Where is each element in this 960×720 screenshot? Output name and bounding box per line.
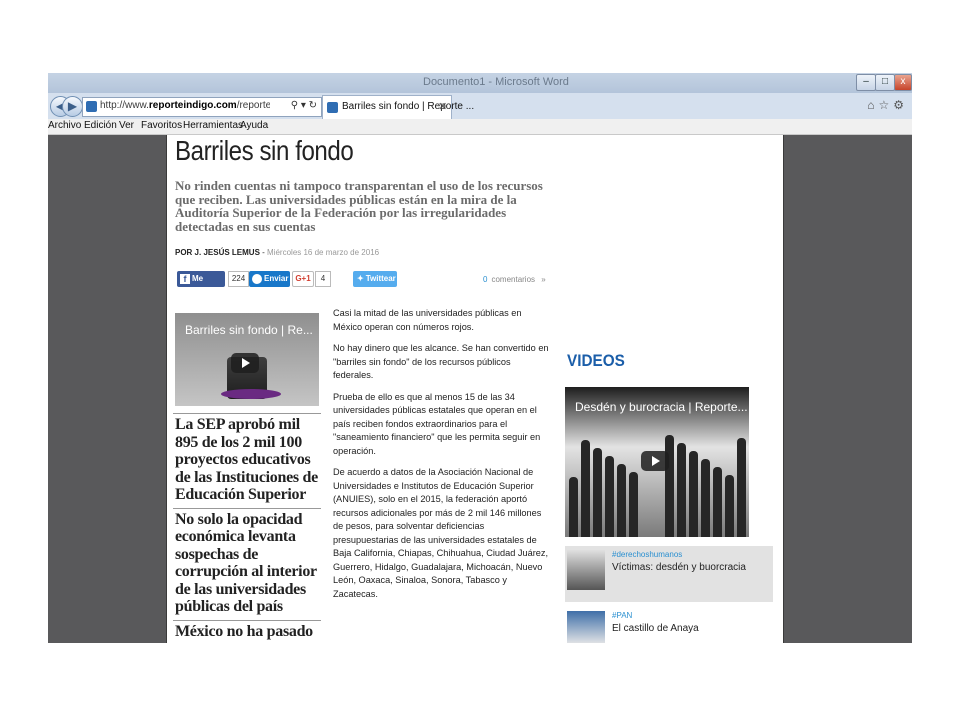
video-item-title[interactable]: Víctimas: desdén y buorcracia <box>612 562 746 573</box>
video-thumbnail <box>567 550 605 590</box>
video-list-item[interactable]: #derechoshumanos Víctimas: desdén y buor… <box>565 546 773 602</box>
article-video-player[interactable]: Barriles sin fondo | Re... <box>175 313 319 406</box>
video-item-title[interactable]: El castillo de Anaya <box>612 623 699 634</box>
crowd-figure <box>665 435 674 537</box>
comments-link[interactable]: 0 comentarios » <box>483 275 546 284</box>
featured-video-player[interactable]: Desdén y burocracia | Reporte... <box>565 387 749 537</box>
video-title: Desdén y burocracia | Reporte... <box>575 400 748 414</box>
twitter-bird-icon: ✦ <box>357 274 364 283</box>
menu-favoritos[interactable]: Favoritos <box>141 120 182 131</box>
browser-window: Documento1 - Microsoft Word – □ x ◀ ▶ ht… <box>48 73 912 643</box>
home-favorites-settings-icon[interactable]: ⌂☆⚙ <box>867 98 908 112</box>
facebook-like-button[interactable]: f Me gusta <box>177 271 225 299</box>
minimize-button[interactable]: – <box>856 74 876 91</box>
byline-author: POR J. JESÚS LEMUS <box>175 248 260 257</box>
google-plus-count: 4 <box>315 271 331 287</box>
tab-close-icon[interactable]: ✕ <box>438 100 447 113</box>
menu-edicion[interactable]: Edición <box>84 120 117 131</box>
google-plus-button[interactable]: G+1 <box>292 271 314 287</box>
related-article-link[interactable]: México no ha pasado <box>173 619 321 644</box>
article-paragraph: Prueba de ello es que al menos 15 de las… <box>333 391 541 456</box>
crowd-figure <box>593 448 602 537</box>
crowd-figure <box>677 443 686 537</box>
twitter-tweet-button[interactable]: ✦ Twittear <box>353 271 397 287</box>
maximize-button[interactable]: □ <box>875 74 895 91</box>
title-bar: Documento1 - Microsoft Word – □ x <box>48 73 912 93</box>
related-article-link[interactable]: La SEP aprobó mil 895 de los 2 mil 100 p… <box>173 413 321 508</box>
url-text[interactable]: http://www.reporteindigo.com/reporte/mex… <box>100 100 270 111</box>
menu-archivo[interactable]: Archivo <box>48 120 81 131</box>
web-page: Barriles sin fondo No rinden cuentas ni … <box>166 135 784 643</box>
article-summary: No rinden cuentas ni tampoco transparent… <box>175 178 543 234</box>
menu-herramientas[interactable]: Herramientas <box>183 120 243 131</box>
expand-comments-icon: » <box>541 275 546 284</box>
video-thumbnail <box>567 611 605 643</box>
article-byline: POR J. JESÚS LEMUS - Miércoles 16 de mar… <box>175 248 380 257</box>
related-articles: La SEP aprobó mil 895 de los 2 mil 100 p… <box>173 413 321 643</box>
crowd-figure <box>689 451 698 537</box>
article-body: Casi la mitad de las universidades públi… <box>333 307 551 609</box>
tab-label: Barriles sin fondo | Reporte ... <box>342 101 475 112</box>
messenger-send-button[interactable]: Enviar <box>249 271 290 287</box>
window-title: Documento1 - Microsoft Word <box>423 76 569 88</box>
play-icon[interactable] <box>231 353 259 373</box>
byline-date: Miércoles 16 de marzo de 2016 <box>267 248 380 257</box>
crowd-figure <box>569 477 578 537</box>
crowd-figure <box>617 464 626 537</box>
crowd-figure <box>725 475 734 537</box>
article-headline: Barriles sin fondo <box>175 135 354 166</box>
article-paragraph: Casi la mitad de las universidades públi… <box>333 308 522 332</box>
facebook-like-count: 224 <box>228 271 249 287</box>
video-list-item[interactable]: #PAN El castillo de Anaya <box>565 607 773 643</box>
crowd-figure <box>605 456 614 537</box>
crowd-figure <box>629 472 638 537</box>
video-title: Barriles sin fondo | Re... <box>185 323 313 337</box>
search-refresh-icon[interactable]: ⚲ ▾ ↻ <box>291 100 317 111</box>
tab-favicon-icon <box>327 102 338 113</box>
menu-ayuda[interactable]: Ayuda <box>240 120 268 131</box>
address-bar[interactable]: http://www.reporteindigo.com/reporte/mex… <box>82 97 322 117</box>
related-article-link[interactable]: No solo la opacidad económica levanta so… <box>173 507 321 620</box>
crowd-figure <box>581 440 590 537</box>
play-icon[interactable] <box>641 451 669 471</box>
video-tag[interactable]: #derechoshumanos <box>612 550 682 559</box>
video-tag[interactable]: #PAN <box>612 611 632 620</box>
site-favicon-icon <box>86 101 97 112</box>
crowd-figure <box>701 459 710 537</box>
facebook-icon: f <box>180 274 190 284</box>
tab-barriles-sin-fondo[interactable]: Barriles sin fondo | Reporte ... ✕ <box>322 95 474 119</box>
article-paragraph: No hay dinero que les alcance. Se han co… <box>333 343 549 380</box>
article-paragraph: De acuerdo a datos de la Asociación Naci… <box>333 467 549 599</box>
forward-button[interactable]: ▶ <box>62 96 83 117</box>
videos-section-title: VIDEOS <box>567 351 625 370</box>
crowd-figure <box>737 438 746 537</box>
close-button[interactable]: x <box>894 74 912 91</box>
barrel-base-illustration <box>221 389 281 399</box>
crowd-figure <box>713 467 722 537</box>
navigation-bar: ◀ ▶ http://www.reporteindigo.com/reporte… <box>48 93 912 119</box>
menu-bar: Archivo Edición Ver Favoritos Herramient… <box>48 119 912 135</box>
messenger-icon <box>252 274 262 284</box>
menu-ver[interactable]: Ver <box>119 120 134 131</box>
